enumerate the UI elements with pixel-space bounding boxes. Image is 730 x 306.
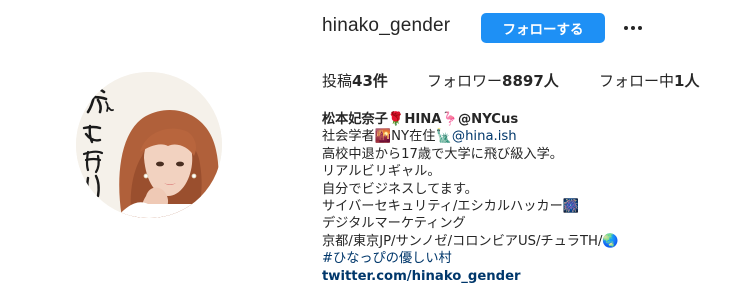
bio-line-2: 社会学者🌇NY在住🗽@hina.ish [322,128,722,145]
bio-line-4: リアルビリギャル。 [322,164,441,180]
avatar-photo [76,72,222,218]
posts-label: 投稿 [322,72,353,90]
bio-line-7: デジタルマーケティング [322,216,466,232]
following-label: フォロー中 [599,72,675,90]
bio-line-5: 自分でビジネスしてます。 [322,181,478,197]
following-link[interactable]: フォロー中1人 [599,70,699,91]
follow-button[interactable]: フォローする [481,13,605,43]
bio-line-3: 高校中退から17歳で大学に飛び級入学。 [322,146,563,162]
posts-count: 投稿43件 [322,70,388,91]
followers-number: 8897人 [502,72,559,90]
following-number: 1人 [674,72,700,90]
bio-line-2-text: 社会学者🌇NY在住🗽 [322,129,452,145]
followers-label: フォロワー [427,72,503,90]
username: hinako_gender [322,15,451,36]
profile-avatar[interactable] [76,72,222,218]
external-link[interactable]: twitter.com/hinako_gender [322,268,722,285]
hashtag-link[interactable]: #ひなっぴの優しい村 [322,250,722,267]
followers-link[interactable]: フォロワー8897人 [427,70,559,91]
bio-line-6: サイバーセキュリティ/エシカルハッカー🎆 [322,199,580,215]
bio-line-8: 京都/東京JP/サンノゼ/コロンビアUS/チュラTH/🌏 [322,233,619,249]
dot [624,26,628,30]
dot [631,26,635,30]
more-options-icon[interactable] [620,16,646,40]
display-name: 松本妃奈子🌹HINA🦩@NYCus [322,112,519,127]
posts-number: 43件 [352,72,388,90]
mention-link[interactable]: @hina.ish [452,129,517,144]
dot [638,26,642,30]
profile-bio: 松本妃奈子🌹HINA🦩@NYCus 社会学者🌇NY在住🗽@hina.ish 高校… [322,111,722,285]
